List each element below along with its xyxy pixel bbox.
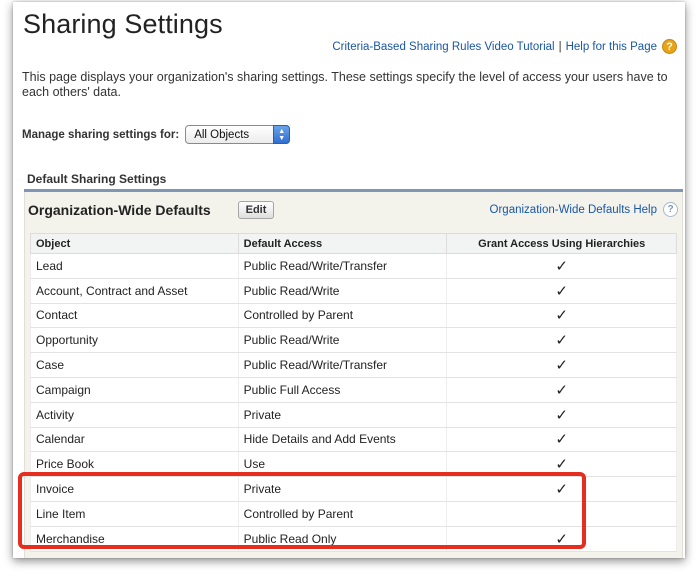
help-links: Criteria-Based Sharing Rules Video Tutor… bbox=[332, 39, 677, 54]
object-cell: Lead bbox=[30, 253, 239, 279]
access-cell: Controlled by Parent bbox=[237, 303, 448, 329]
table-row: Opportunity Public Read/Write ✓ bbox=[30, 327, 677, 354]
object-cell: Opportunity bbox=[30, 327, 239, 354]
table-row: Invoice Private ✓ bbox=[30, 476, 677, 502]
table-row: Contact Controlled by Parent ✓ bbox=[30, 303, 677, 329]
access-cell: Private bbox=[237, 476, 448, 502]
checkmark-icon: ✓ bbox=[446, 303, 677, 329]
panel-title: Organization-Wide Defaults bbox=[28, 202, 211, 218]
access-cell: Controlled by Parent bbox=[237, 501, 448, 527]
object-cell: Calendar bbox=[30, 427, 239, 453]
checkmark-icon: ✓ bbox=[446, 476, 677, 502]
select-arrows-icon: ▲ ▼ bbox=[273, 125, 291, 144]
column-header-object[interactable]: Object bbox=[30, 233, 239, 254]
column-header-default-access[interactable]: Default Access bbox=[237, 233, 448, 254]
access-cell: Use bbox=[237, 451, 448, 478]
table-row: Account, Contract and Asset Public Read/… bbox=[30, 278, 677, 304]
table-row: Lead Public Read/Write/Transfer ✓ bbox=[30, 253, 677, 279]
checkmark-icon: ✓ bbox=[446, 352, 677, 378]
object-cell: Case bbox=[30, 352, 239, 378]
access-cell: Public Full Access bbox=[237, 377, 448, 403]
help-page-link[interactable]: Help for this Page bbox=[566, 41, 657, 53]
access-cell: Private bbox=[237, 402, 448, 428]
access-cell: Public Read/Write/Transfer bbox=[237, 352, 448, 378]
object-cell: Activity bbox=[30, 402, 239, 428]
page-description: This page displays your organization's s… bbox=[22, 70, 668, 98]
table-row: Campaign Public Full Access ✓ bbox=[30, 377, 677, 403]
table-row: Calendar Hide Details and Add Events ✓ bbox=[30, 427, 677, 453]
object-cell: Account, Contract and Asset bbox=[30, 278, 239, 304]
object-cell: Line Item bbox=[30, 501, 239, 527]
table-row: Activity Private ✓ bbox=[30, 402, 677, 428]
table-header-row: Object Default Access Grant Access Using… bbox=[30, 233, 677, 254]
table-row: Price Book Use ✓ bbox=[30, 451, 677, 478]
access-cell: Public Read/Write bbox=[237, 327, 448, 354]
manage-sharing-row: Manage sharing settings for: All Objects… bbox=[22, 125, 291, 144]
checkmark-icon: ✓ bbox=[446, 427, 677, 453]
object-cell: Invoice bbox=[30, 476, 239, 502]
owd-table: Object Default Access Grant Access Using… bbox=[30, 233, 677, 552]
table-row: Line Item Controlled by Parent bbox=[30, 501, 677, 527]
object-cell: Campaign bbox=[30, 377, 239, 403]
video-tutorial-link[interactable]: Criteria-Based Sharing Rules Video Tutor… bbox=[332, 41, 554, 53]
manage-sharing-label: Manage sharing settings for: bbox=[22, 128, 180, 141]
checkmark-cell-empty bbox=[446, 501, 677, 527]
object-cell: Merchandise bbox=[30, 526, 239, 552]
checkmark-icon: ✓ bbox=[446, 253, 677, 279]
object-cell: Contact bbox=[30, 303, 239, 329]
checkmark-icon: ✓ bbox=[446, 278, 677, 304]
checkmark-icon: ✓ bbox=[446, 327, 677, 354]
access-cell: Public Read Only bbox=[237, 526, 448, 552]
access-cell: Public Read/Write bbox=[237, 278, 448, 304]
table-row: Merchandise Public Read Only ✓ bbox=[30, 526, 677, 552]
help-question-icon[interactable]: ? bbox=[662, 39, 677, 54]
object-cell: Price Book bbox=[30, 451, 239, 478]
page-title: Sharing Settings bbox=[23, 9, 223, 39]
organization-wide-defaults-panel: Organization-Wide Defaults Edit Organiza… bbox=[24, 192, 683, 558]
access-cell: Hide Details and Add Events bbox=[237, 427, 448, 453]
owd-help-link[interactable]: Organization-Wide Defaults Help bbox=[490, 204, 657, 216]
table-row: Case Public Read/Write/Transfer ✓ bbox=[30, 352, 677, 378]
access-cell: Public Read/Write/Transfer bbox=[237, 253, 448, 279]
edit-button[interactable]: Edit bbox=[238, 201, 274, 219]
panel-help: Organization-Wide Defaults Help ? bbox=[490, 202, 678, 217]
checkmark-icon: ✓ bbox=[446, 377, 677, 403]
column-header-grant-access[interactable]: Grant Access Using Hierarchies bbox=[446, 233, 677, 254]
link-separator: | bbox=[558, 40, 562, 53]
sharing-settings-window: Sharing Settings Criteria-Based Sharing … bbox=[13, 2, 685, 558]
checkmark-icon: ✓ bbox=[446, 451, 677, 478]
object-filter-value: All Objects bbox=[194, 128, 250, 141]
object-filter-select[interactable]: All Objects ▲ ▼ bbox=[185, 125, 291, 144]
default-sharing-settings-header: Default Sharing Settings bbox=[24, 172, 683, 192]
checkmark-icon: ✓ bbox=[446, 402, 677, 428]
owd-help-question-icon[interactable]: ? bbox=[663, 202, 678, 217]
checkmark-icon: ✓ bbox=[446, 526, 677, 552]
